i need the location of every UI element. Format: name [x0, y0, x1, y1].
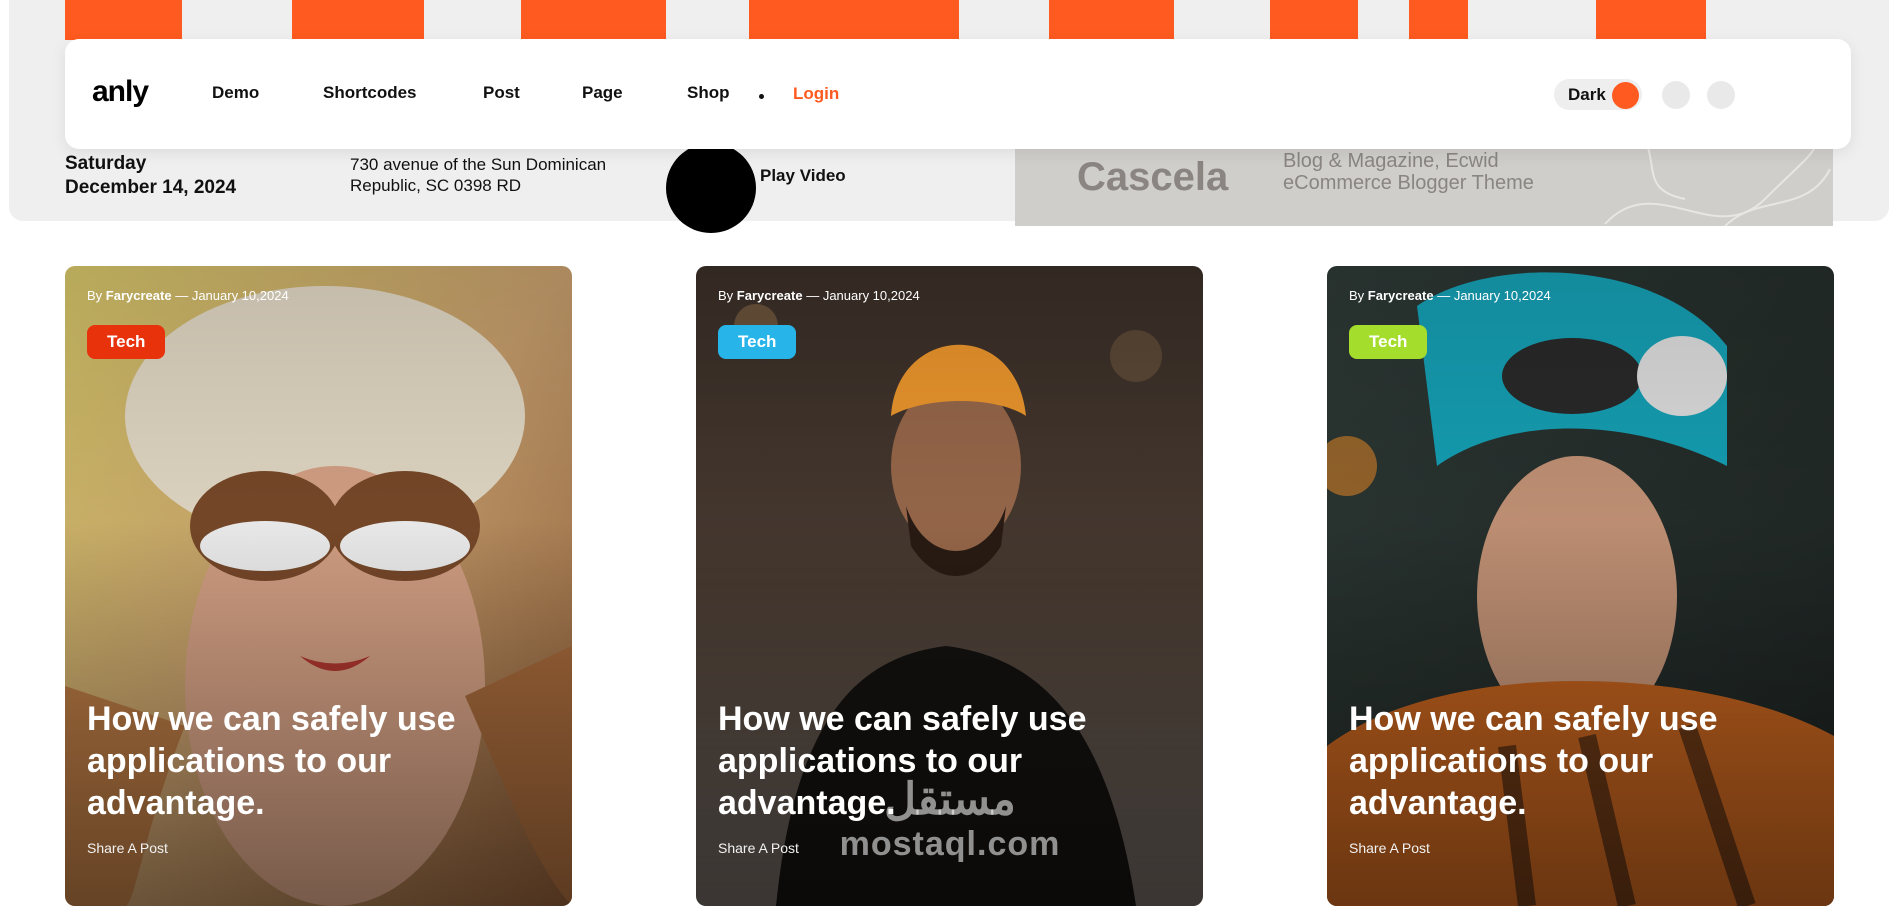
dark-mode-label: Dark	[1568, 85, 1606, 104]
address-line-1: 730 avenue of the Sun Dominican	[350, 155, 607, 174]
watermark-arabic: مستقل	[884, 775, 1016, 824]
category-tag[interactable]: Tech	[87, 325, 166, 359]
share-post-link[interactable]: Share A Post	[718, 840, 799, 856]
login-link[interactable]: Login	[793, 84, 839, 104]
dark-mode-toggle[interactable]: Dark	[1554, 79, 1642, 110]
nav-separator-dot	[759, 94, 764, 99]
nav-post[interactable]: Post	[483, 83, 520, 103]
site-header: anly Demo Shortcodes Post Page Shop Logi…	[65, 39, 1851, 149]
banner-swirl-decoration	[1604, 149, 1831, 226]
banner-brand: Cascela	[1077, 155, 1229, 199]
hero-headline-fragment	[292, 0, 424, 40]
hero-headline-fragment	[1409, 0, 1468, 40]
nav-shortcodes[interactable]: Shortcodes	[323, 83, 417, 103]
menu-icon[interactable]	[1707, 81, 1735, 109]
play-video-button[interactable]	[666, 143, 756, 233]
current-date: December 14, 2024	[65, 177, 237, 198]
meta-by: By	[1349, 288, 1365, 303]
nav-shop[interactable]: Shop	[687, 83, 730, 103]
address-line-2: Republic, SC 0398 RD	[350, 176, 522, 195]
post-date: — January 10,2024	[806, 288, 920, 303]
watermark-latin: mostaql.com	[839, 825, 1061, 863]
banner-tagline-1: Blog & Magazine, Ecwid	[1283, 150, 1499, 172]
post-date: — January 10,2024	[1437, 288, 1551, 303]
nav-page[interactable]: Page	[582, 83, 623, 103]
site-logo[interactable]: anly	[92, 75, 149, 109]
share-post-link[interactable]: Share A Post	[87, 840, 168, 856]
post-meta: By Farycreate — January 10,2024	[87, 288, 289, 303]
post-meta: By Farycreate — January 10,2024	[718, 288, 920, 303]
meta-by: By	[718, 288, 734, 303]
hero-headline-fragment	[749, 0, 959, 40]
nav-demo[interactable]: Demo	[212, 83, 259, 103]
share-post-link[interactable]: Share A Post	[1349, 840, 1430, 856]
post-author[interactable]: Farycreate	[106, 288, 172, 303]
post-meta: By Farycreate — January 10,2024	[1349, 288, 1551, 303]
current-day: Saturday	[65, 153, 147, 174]
hero-headline-fragment	[521, 0, 666, 40]
search-icon[interactable]	[1662, 81, 1690, 109]
meta-by: By	[87, 288, 103, 303]
post-card[interactable]: By Farycreate — January 10,2024 Tech How…	[1327, 266, 1834, 906]
post-author[interactable]: Farycreate	[1368, 288, 1434, 303]
post-title[interactable]: How we can safely use applications to ou…	[87, 698, 527, 824]
play-video-label[interactable]: Play Video	[760, 166, 846, 186]
post-date: — January 10,2024	[175, 288, 289, 303]
hero-headline-fragment	[1049, 0, 1174, 40]
post-author[interactable]: Farycreate	[737, 288, 803, 303]
watermark: مستقل mostaql.com	[835, 775, 1065, 870]
promo-banner[interactable]: Cascela Blog & Magazine, Ecwid eCommerce…	[1015, 149, 1833, 226]
post-card[interactable]: By Farycreate — January 10,2024 Tech How…	[65, 266, 572, 906]
category-tag[interactable]: Tech	[1349, 325, 1428, 359]
hero-headline-fragment	[1270, 0, 1358, 40]
category-tag[interactable]: Tech	[718, 325, 797, 359]
toggle-knob	[1612, 82, 1639, 109]
post-title[interactable]: How we can safely use applications to ou…	[1349, 698, 1789, 824]
hero-headline-fragment	[1596, 0, 1706, 40]
banner-tagline-2: eCommerce Blogger Theme	[1283, 172, 1534, 194]
hero-headline-fragment	[65, 0, 182, 40]
